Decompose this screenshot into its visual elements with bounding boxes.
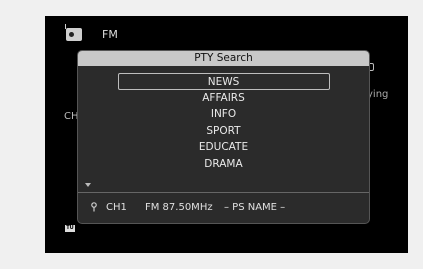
pty-item-drama[interactable]: DRAMA: [118, 156, 330, 173]
frequency-text: FM 87.50MHz: [145, 202, 213, 213]
dialog-title: PTY Search: [78, 51, 369, 66]
pty-item-news[interactable]: NEWS: [117, 73, 330, 90]
background-playing-text: ying: [367, 89, 389, 100]
tuner-status-bar: CH1 FM 87.50MHz – PS NAME –: [78, 193, 369, 223]
channel-text: CH1: [106, 202, 127, 213]
pty-search-dialog: PTY Search NEWS AFFAIRS INFO SPORT EDUCA…: [78, 51, 369, 223]
source-label: FM: [102, 28, 118, 41]
osd-screen: FM ying CH TU PTY Search NEWS AFFAIRS IN…: [45, 16, 408, 253]
tuner-source-icon: [65, 24, 82, 41]
pty-list: NEWS AFFAIRS INFO SPORT EDUCATE DRAMA: [78, 73, 369, 172]
tu-icon: TU: [65, 225, 75, 232]
antenna-icon: [90, 193, 98, 223]
pty-item-info[interactable]: INFO: [118, 106, 330, 123]
scroll-down-arrow-icon[interactable]: [85, 183, 91, 187]
pty-item-affairs[interactable]: AFFAIRS: [118, 90, 330, 107]
pty-item-educate[interactable]: EDUCATE: [118, 139, 330, 156]
pty-item-sport[interactable]: SPORT: [118, 123, 330, 140]
ps-name-text: – PS NAME –: [224, 202, 286, 213]
background-ch-text: CH: [64, 111, 79, 122]
